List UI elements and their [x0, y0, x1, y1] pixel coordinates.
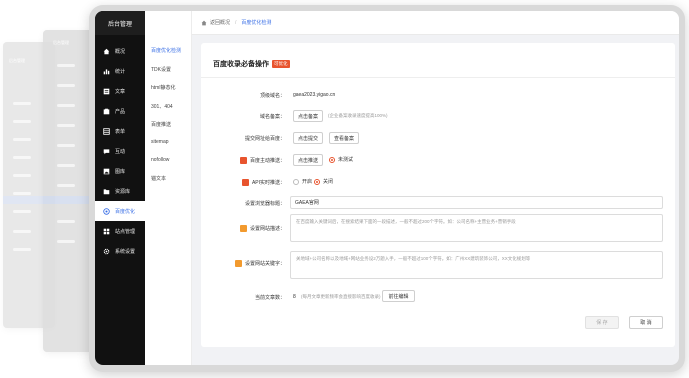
- desc-label: 设置网站描述：: [215, 225, 285, 233]
- radio-icon: [293, 178, 299, 185]
- device-frame: 后台管理 概况 统计 文章 产品 表单 互动 图库 资源库 百度优化 站点管理 …: [89, 5, 685, 372]
- sidebar-item-resources[interactable]: 资源库: [95, 181, 145, 201]
- submit-button[interactable]: 点击提交: [293, 132, 323, 144]
- submit-label: 提交网址给百度：: [244, 136, 285, 142]
- browse-title-input[interactable]: GAEA官网: [290, 196, 663, 209]
- sidebar-item-label: 互动: [115, 148, 126, 155]
- gear-icon: [103, 248, 110, 255]
- push-label-text: 百度主动推送：: [249, 158, 285, 164]
- sidebar-item-label: 站点管理: [115, 228, 136, 235]
- breadcrumb: 返回概况 / 百度优化检测: [192, 11, 679, 35]
- sidebar-item-label: 文章: [115, 88, 126, 95]
- submenu-item-301-404[interactable]: 301、404: [151, 103, 173, 110]
- sidebar-item-label: 表单: [115, 128, 126, 135]
- keywords-label: 设置网站关键字：: [215, 260, 285, 268]
- breadcrumb-separator: /: [235, 19, 237, 26]
- domain-label: 顶级域名：: [259, 93, 285, 99]
- seo-card: 百度收录必备操作 可优化 顶级域名： gaea2023.yigao.cn 域名备…: [201, 43, 675, 347]
- submenu-item-anchor[interactable]: 锚文本: [151, 175, 166, 182]
- sidebar-item-label: 统计: [115, 68, 126, 75]
- sidebar-item-label: 图库: [115, 168, 126, 175]
- sidebar-item-label: 资源库: [115, 188, 131, 195]
- sidebar-item-label: 概况: [115, 48, 126, 55]
- card-title: 百度收录必备操作 可优化: [213, 59, 290, 69]
- form-icon: [103, 127, 110, 135]
- card-divider: [201, 77, 675, 78]
- sidebar-item-label: 产品: [115, 108, 126, 115]
- sidebar-item-interact[interactable]: 互动: [95, 141, 145, 161]
- sidebar-item-articles[interactable]: 文章: [95, 81, 145, 101]
- sidebar-item-label: 系统设置: [115, 248, 136, 255]
- stage: 后台管理 后台管理 后台管理 概况 统计 文章 产品 表单 互动 图库 资源库 …: [0, 0, 689, 378]
- submenu-item-static[interactable]: html静态化: [151, 84, 175, 91]
- submenu: 百度优化检测 TDK设置 html静态化 301、404 百度推送 sitema…: [145, 11, 192, 365]
- description-textarea[interactable]: 在百度输入关键词后，在搜索结果下面的一段描述，一般不超过200个字符。如：公司名…: [290, 214, 663, 242]
- chart-icon: [103, 68, 110, 75]
- breadcrumb-current: 百度优化检测: [241, 20, 272, 26]
- breadcrumb-back-link[interactable]: 返回概况: [210, 19, 230, 26]
- radio-icon: [314, 178, 320, 185]
- article-count-label: 当前文章数：: [254, 295, 285, 301]
- sidebar-item-settings[interactable]: 系统设置: [95, 241, 145, 261]
- chat-icon: [103, 148, 110, 155]
- site-icon: [103, 228, 110, 235]
- sidebar: 后台管理 概况 统计 文章 产品 表单 互动 图库 资源库 百度优化 站点管理 …: [95, 11, 145, 365]
- ghost-window-back-title: 后台管理: [9, 58, 25, 63]
- keywords-warning-icon: [234, 260, 242, 268]
- submenu-item-seo-check[interactable]: 百度优化检测: [151, 47, 181, 54]
- sidebar-item-baidu-seo[interactable]: 百度优化: [95, 201, 145, 221]
- card-title-text: 百度收录必备操作: [213, 61, 269, 68]
- push-status-text: 未测试: [338, 157, 354, 163]
- filing-button[interactable]: 点击备案: [293, 110, 323, 122]
- check-filing-button[interactable]: 查看备案: [329, 132, 359, 144]
- sidebar-item-overview[interactable]: 概况: [95, 41, 145, 61]
- product-icon: [103, 108, 110, 115]
- submenu-item-tdk[interactable]: TDK设置: [151, 66, 171, 73]
- submenu-item-nofollow[interactable]: nofollow: [151, 157, 169, 163]
- desc-warning-icon: [239, 225, 247, 233]
- ghost-window-mid-title: 后台管理: [53, 40, 69, 45]
- article-icon: [103, 88, 110, 95]
- article-count-hint: (每月文章更新频率会直接影响百度收录): [301, 294, 381, 299]
- save-button[interactable]: 保 存: [585, 316, 619, 329]
- sidebar-item-site-manage[interactable]: 站点管理: [95, 221, 145, 241]
- keywords-label-text: 设置网站关键字：: [244, 261, 285, 267]
- api-warning-icon: [241, 179, 249, 187]
- sidebar-title: 后台管理: [95, 11, 145, 35]
- api-off-radio[interactable]: 关闭: [314, 178, 333, 185]
- desc-label-text: 设置网站描述：: [249, 226, 285, 232]
- push-warning-icon: [239, 157, 247, 165]
- status-dot-icon: [329, 156, 335, 163]
- api-on-radio[interactable]: 开启: [293, 178, 312, 185]
- home-icon: [103, 48, 110, 55]
- domain-value: gaea2023.yigao.cn: [293, 92, 336, 98]
- api-label: API实时推送：: [215, 179, 285, 187]
- app-screen: 后台管理 概况 统计 文章 产品 表单 互动 图库 资源库 百度优化 站点管理 …: [95, 11, 679, 365]
- push-button[interactable]: 点击推送: [293, 154, 323, 166]
- sidebar-item-products[interactable]: 产品: [95, 101, 145, 121]
- push-label: 百度主动推送：: [215, 157, 285, 165]
- image-icon: [103, 168, 110, 175]
- keywords-textarea[interactable]: 关地域+公司名称以及地域+网站业务设2万题入手，一般不超过100个字符。如：广州…: [290, 251, 663, 279]
- submenu-item-sitemap[interactable]: sitemap: [151, 139, 169, 145]
- folder-icon: [103, 188, 110, 195]
- sidebar-item-stats[interactable]: 统计: [95, 61, 145, 81]
- push-status: 未测试: [329, 156, 353, 163]
- sidebar-item-forms[interactable]: 表单: [95, 121, 145, 141]
- sidebar-item-label: 百度优化: [115, 208, 136, 215]
- article-count-value: 8: [293, 294, 296, 300]
- cancel-button[interactable]: 取 消: [629, 316, 663, 329]
- api-on-label: 开启: [302, 179, 313, 185]
- filing-label: 域名备案：: [259, 114, 285, 120]
- api-off-label: 关闭: [323, 179, 334, 185]
- sidebar-item-gallery[interactable]: 图库: [95, 161, 145, 181]
- submenu-item-baidu-push[interactable]: 百度推送: [151, 121, 171, 128]
- optimizable-badge: 可优化: [272, 60, 290, 68]
- baidu-icon: [103, 207, 110, 215]
- go-edit-button[interactable]: 前往编辑: [382, 290, 415, 302]
- api-label-text: API实时推送：: [251, 180, 285, 186]
- browse-title-label: 设置浏览器标题：: [244, 201, 285, 207]
- home-icon: [201, 20, 207, 26]
- filing-hint: (企业备案收录速度提高100%): [328, 113, 388, 118]
